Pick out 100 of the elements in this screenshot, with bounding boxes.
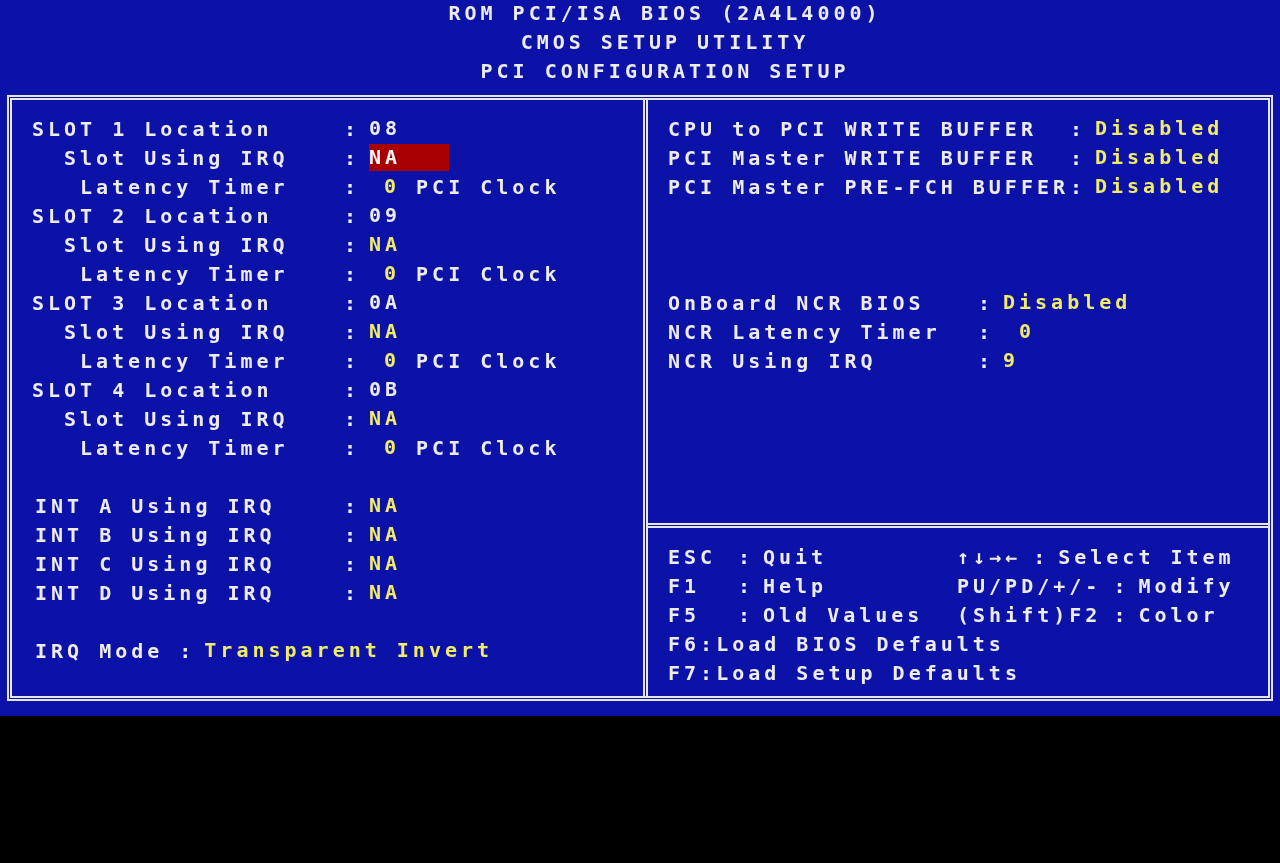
- separator-text: :: [978, 347, 996, 375]
- setting-label: PCI Master PRE-FCH BUFFER: [668, 173, 1070, 201]
- separator-text: :: [978, 318, 996, 346]
- key-label: ESC: [668, 543, 718, 571]
- setting-value[interactable]: NA: [369, 318, 402, 345]
- header-title: CMOS SETUP UTILITY: [520, 29, 810, 56]
- setting-value[interactable]: Disabled: [1003, 289, 1132, 316]
- setting-value[interactable]: 0: [384, 347, 401, 374]
- separator-text: :: [344, 405, 362, 433]
- setting-label: IRQ Mode: [35, 637, 164, 665]
- separator-text: :: [344, 434, 362, 462]
- setting-label: Slot Using IRQ: [64, 319, 289, 344]
- separator-text: :: [1113, 572, 1131, 600]
- separator-text: :: [1070, 115, 1088, 143]
- separator-text: :: [344, 492, 362, 520]
- separator-text: :: [344, 521, 362, 549]
- header-title: ROM PCI/ISA BIOS (2A4L4000): [448, 0, 882, 27]
- separator-text: :: [1070, 173, 1088, 201]
- separator-text: :: [738, 543, 756, 571]
- setting-label: Latency Timer: [80, 261, 289, 286]
- setting-value[interactable]: NA: [369, 492, 402, 519]
- key-action: Quit: [763, 543, 828, 571]
- separator-text: :: [344, 115, 362, 143]
- setting-value[interactable]: 09: [369, 202, 402, 229]
- key-action: Select Item: [1058, 543, 1235, 571]
- setting-value[interactable]: NA: [369, 579, 402, 606]
- setting-value[interactable]: NA: [369, 550, 402, 577]
- separator-text: :: [179, 637, 197, 665]
- separator-text: :: [344, 550, 362, 578]
- key-label: F5: [668, 601, 702, 629]
- header-title: PCI CONFIGURATION SETUP: [480, 58, 850, 85]
- key-label: PU/PD/+/-: [957, 572, 1102, 600]
- setting-label: Slot Using IRQ: [64, 145, 289, 170]
- separator-text: :: [344, 202, 362, 230]
- separator-text: :: [344, 347, 362, 375]
- separator-text: :: [344, 231, 362, 259]
- separator-text: :: [1113, 601, 1131, 629]
- setting-value[interactable]: 08: [369, 115, 402, 142]
- separator-text: :: [700, 659, 717, 687]
- setting-label: CPU to PCI WRITE BUFFER: [668, 115, 1038, 143]
- setting-value[interactable]: 0: [384, 434, 401, 461]
- separator-text: :: [344, 289, 362, 317]
- separator-text: :: [344, 173, 362, 201]
- key-action: Modify: [1138, 572, 1235, 600]
- setting-value[interactable]: NA: [369, 521, 402, 548]
- setting-label: OnBoard NCR BIOS: [668, 289, 926, 317]
- setting-label: NCR Latency Timer: [668, 318, 942, 346]
- setting-label: Slot Using IRQ: [64, 232, 289, 257]
- unit-text: PCI Clock: [416, 434, 561, 462]
- separator-text: :: [344, 144, 362, 172]
- separator-text: :: [344, 376, 362, 404]
- unit-text: PCI Clock: [416, 173, 561, 201]
- separator-text: :: [344, 318, 362, 346]
- setting-value[interactable]: NA: [369, 231, 402, 258]
- key-action: Help: [763, 572, 828, 600]
- unit-text: PCI Clock: [416, 260, 561, 288]
- key-label: ↑↓→←: [957, 543, 1022, 571]
- key-label: F6: [668, 630, 701, 658]
- setting-value[interactable]: NA: [369, 405, 402, 432]
- setting-value[interactable]: 0A: [369, 289, 402, 316]
- separator-text: :: [978, 289, 996, 317]
- setting-value[interactable]: Transparent Invert: [204, 637, 494, 664]
- setting-value[interactable]: 9: [1003, 347, 1020, 374]
- setting-label: SLOT 4 Location: [32, 377, 273, 402]
- setting-value[interactable]: NA: [369, 144, 449, 171]
- setting-label: Slot Using IRQ: [64, 406, 289, 431]
- separator-text: :: [1070, 144, 1088, 172]
- key-action: Color: [1138, 601, 1219, 629]
- key-action: Load BIOS Defaults: [716, 630, 1005, 658]
- setting-label: Latency Timer: [80, 174, 289, 199]
- setting-value[interactable]: 0: [1019, 318, 1036, 345]
- separator-text: :: [738, 601, 756, 629]
- key-action: Load Setup Defaults: [716, 659, 1021, 687]
- setting-label: INT B Using IRQ: [35, 522, 276, 547]
- setting-value[interactable]: 0: [384, 260, 401, 287]
- separator-text: :: [1033, 543, 1051, 571]
- setting-label: NCR Using IRQ: [668, 347, 878, 375]
- setting-label: SLOT 3 Location: [32, 290, 273, 315]
- setting-label: Latency Timer: [80, 435, 289, 460]
- separator-text: :: [700, 630, 717, 658]
- setting-value[interactable]: Disabled: [1095, 115, 1224, 142]
- setting-value[interactable]: Disabled: [1095, 173, 1224, 200]
- setting-label: Latency Timer: [80, 348, 289, 373]
- separator-text: :: [344, 579, 362, 607]
- setting-label: INT C Using IRQ: [35, 551, 276, 576]
- setting-label: INT D Using IRQ: [35, 580, 276, 605]
- unit-text: PCI Clock: [416, 347, 561, 375]
- setting-value[interactable]: 0: [384, 173, 401, 200]
- separator-text: :: [344, 260, 362, 288]
- setting-value[interactable]: 0B: [369, 376, 402, 403]
- setting-label: INT A Using IRQ: [35, 493, 276, 518]
- key-action: Old Values: [763, 601, 924, 629]
- separator-text: :: [738, 572, 756, 600]
- key-label: (Shift)F2: [957, 601, 1102, 629]
- key-label: F1: [668, 572, 702, 600]
- setting-label: PCI Master WRITE BUFFER: [668, 144, 1038, 172]
- key-label: F7: [668, 659, 701, 687]
- setting-label: SLOT 1 Location: [32, 116, 273, 141]
- setting-value[interactable]: Disabled: [1095, 144, 1224, 171]
- setting-label: SLOT 2 Location: [32, 203, 273, 228]
